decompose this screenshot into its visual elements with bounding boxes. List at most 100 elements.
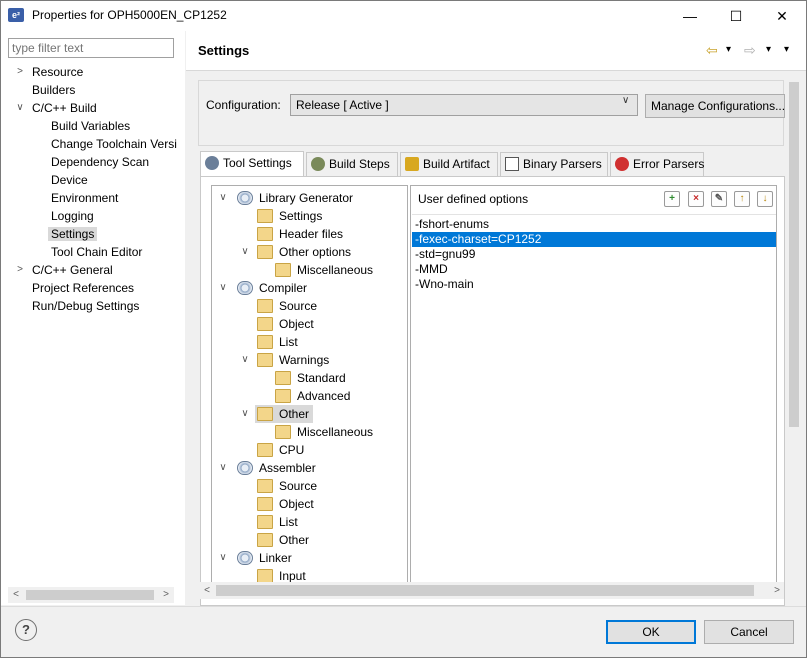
nav-item-label: Build Variables xyxy=(51,119,131,133)
nav-item-run-debug-settings[interactable]: Run/Debug Settings xyxy=(32,297,139,315)
folder-icon xyxy=(257,227,273,241)
close-button[interactable]: ✕ xyxy=(759,1,805,31)
delete-icon[interactable]: × xyxy=(688,191,704,207)
tab-build-steps[interactable]: Build Steps xyxy=(306,152,398,176)
nav-item-change-toolchain-versi[interactable]: Change Toolchain Versi xyxy=(51,135,177,153)
chevron-down-icon[interactable]: ∨ xyxy=(622,95,629,106)
view-menu-icon[interactable]: ▾ xyxy=(784,40,789,60)
tree-item-label: List xyxy=(279,335,298,349)
nav-item-builders[interactable]: Builders xyxy=(32,81,75,99)
folder-icon xyxy=(257,245,273,259)
tree-item-label: Object xyxy=(279,317,314,331)
scroll-left-icon[interactable]: < xyxy=(8,587,24,603)
add-icon[interactable]: + xyxy=(664,191,680,207)
nav-item-build-variables[interactable]: Build Variables xyxy=(51,117,130,135)
scrollbar-thumb[interactable] xyxy=(26,590,154,600)
tab-binary-parsers[interactable]: Binary Parsers xyxy=(500,152,608,176)
option-item[interactable]: -std=gnu99 xyxy=(412,247,776,262)
edit-icon[interactable]: ✎ xyxy=(711,191,727,207)
chevron-down-icon[interactable]: ∨ xyxy=(217,459,229,477)
chevron-down-icon[interactable]: ∨ xyxy=(239,405,251,423)
chevron-down-icon[interactable]: ∨ xyxy=(14,99,26,117)
tab-label: Binary Parsers xyxy=(523,157,602,171)
option-item[interactable]: -Wno-main xyxy=(412,277,776,292)
scrollbar-thumb[interactable] xyxy=(789,82,799,427)
move-up-icon[interactable]: ↑ xyxy=(734,191,750,207)
folder-icon xyxy=(257,497,273,511)
scroll-left-icon[interactable]: < xyxy=(200,582,214,599)
move-down-icon[interactable]: ↓ xyxy=(757,191,773,207)
nav-item-project-references[interactable]: Project References xyxy=(32,279,134,297)
folder-icon xyxy=(257,353,273,367)
tab-label: Error Parsers xyxy=(633,157,705,171)
option-item[interactable]: -fexec-charset=CP1252 xyxy=(412,232,776,247)
tool-icon xyxy=(237,191,253,205)
chevron-down-icon[interactable]: ∨ xyxy=(217,279,229,297)
tab-build-artifact[interactable]: Build Artifact xyxy=(400,152,498,176)
nav-item-label: Dependency Scan xyxy=(51,155,150,169)
folder-icon xyxy=(257,335,273,349)
minimize-button[interactable]: — xyxy=(667,1,713,31)
option-item[interactable]: -fshort-enums xyxy=(412,217,776,232)
page-title: Settings xyxy=(198,43,250,58)
tree-item-label: Miscellaneous xyxy=(297,263,374,277)
tab-label: Build Steps xyxy=(329,157,390,171)
ok-button[interactable]: OK xyxy=(606,620,696,644)
maximize-button[interactable]: ☐ xyxy=(713,1,759,31)
nav-item-resource[interactable]: Resource xyxy=(32,63,83,81)
error-parsers-icon xyxy=(615,157,629,171)
nav-item-label: Resource xyxy=(32,65,84,79)
window-title: Properties for OPH5000EN_CP1252 xyxy=(32,8,227,22)
nav-item-label: C/C++ General xyxy=(32,263,113,277)
tree-item-label: Source xyxy=(279,299,318,313)
nav-horizontal-scrollbar[interactable]: < > xyxy=(8,587,174,603)
nav-item-label: Run/Debug Settings xyxy=(32,299,140,313)
manage-configurations-button[interactable]: Manage Configurations... xyxy=(645,94,785,118)
tab-label: Build Artifact xyxy=(423,157,490,171)
back-icon[interactable]: ⇦ xyxy=(706,40,718,60)
tree-item-label: Miscellaneous xyxy=(297,425,374,439)
pane-vertical-scrollbar[interactable] xyxy=(787,80,801,600)
folder-icon xyxy=(275,389,291,403)
chevron-down-icon[interactable]: ∨ xyxy=(217,189,229,207)
nav-item-logging[interactable]: Logging xyxy=(51,207,94,225)
tree-item-label: Source xyxy=(279,479,318,493)
nav-item-settings[interactable]: Settings xyxy=(48,225,98,243)
scrollbar-thumb[interactable] xyxy=(216,585,754,596)
help-icon[interactable]: ? xyxy=(15,619,37,641)
cancel-button[interactable]: Cancel xyxy=(704,620,794,644)
options-header: User defined options xyxy=(418,192,529,206)
content-horizontal-scrollbar[interactable]: < > xyxy=(200,582,784,599)
folder-icon xyxy=(257,209,273,223)
option-item[interactable]: -MMD xyxy=(412,262,776,277)
tab-error-parsers[interactable]: Error Parsers xyxy=(610,152,704,176)
nav-item-c-c-build[interactable]: C/C++ Build xyxy=(32,99,97,117)
build-artifact-icon xyxy=(405,157,419,171)
nav-item-tool-chain-editor[interactable]: Tool Chain Editor xyxy=(51,243,142,261)
nav-item-label: C/C++ Build xyxy=(32,101,97,115)
tab-label: Tool Settings xyxy=(223,156,292,170)
chevron-down-icon[interactable]: ∨ xyxy=(239,243,251,261)
scroll-right-icon[interactable]: > xyxy=(770,582,784,599)
chevron-down-icon[interactable]: ∨ xyxy=(217,549,229,567)
configuration-select[interactable]: Release [ Active ] xyxy=(290,94,638,116)
back-menu-icon[interactable]: ▾ xyxy=(726,40,731,60)
scroll-right-icon[interactable]: > xyxy=(158,587,174,603)
filter-input[interactable] xyxy=(8,38,174,58)
tree-item-label: List xyxy=(279,515,298,529)
folder-icon xyxy=(275,263,291,277)
nav-item-dependency-scan[interactable]: Dependency Scan xyxy=(51,153,149,171)
tree-item-label: Header files xyxy=(279,227,344,241)
tree-item-label: Linker xyxy=(259,551,292,565)
tree-item-label: CPU xyxy=(279,443,305,457)
forward-icon[interactable]: ⇨ xyxy=(744,40,756,60)
nav-item-c-c-general[interactable]: C/C++ General xyxy=(32,261,113,279)
forward-menu-icon[interactable]: ▾ xyxy=(766,40,771,60)
nav-item-device[interactable]: Device xyxy=(51,171,88,189)
nav-item-environment[interactable]: Environment xyxy=(51,189,118,207)
tree-item-label: Input xyxy=(279,569,306,583)
tab-tool-settings[interactable]: Tool Settings xyxy=(200,151,304,176)
chevron-right-icon[interactable]: > xyxy=(14,63,26,81)
chevron-down-icon[interactable]: ∨ xyxy=(239,351,251,369)
chevron-right-icon[interactable]: > xyxy=(14,261,26,279)
